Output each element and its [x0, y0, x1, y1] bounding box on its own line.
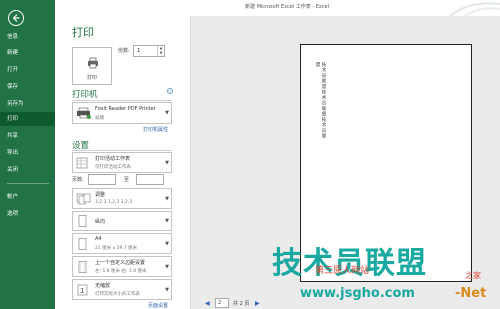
- copies-value: 1: [137, 48, 141, 54]
- info-icon[interactable]: i: [167, 88, 173, 94]
- printer-icon: [88, 57, 98, 69]
- collate-select[interactable]: 调整 1,2,3 1,2,3 1,2,3 ▼: [72, 188, 172, 209]
- collate-title: 调整: [95, 192, 106, 198]
- margins-select[interactable]: 上一个自定义边距设置 左: 1.8 厘米 右: 1.8 厘米 ▼: [72, 256, 172, 277]
- printer-name: Foxit Reader PDF Printer: [95, 106, 156, 112]
- chevron-down-icon: ▼: [165, 263, 169, 270]
- svg-text:1: 1: [80, 287, 84, 295]
- pages-to-input[interactable]: [136, 174, 164, 185]
- printer-device-icon: [77, 107, 91, 119]
- sidebar-item-account[interactable]: 帐户: [0, 190, 55, 204]
- collate-icon: [76, 193, 91, 204]
- sidebar-item-close[interactable]: 关闭: [0, 163, 55, 177]
- title-bar-decoration: [449, 2, 500, 16]
- worksheet-icon: [76, 157, 88, 168]
- prev-page-icon[interactable]: ◀: [205, 300, 210, 307]
- back-arrow-icon[interactable]: [8, 10, 24, 26]
- sidebar-item-save[interactable]: 保存: [0, 80, 55, 94]
- print-scope-subtitle: 仅打印活动工作表: [95, 165, 131, 170]
- chevron-down-icon: ▼: [165, 218, 169, 224]
- print-scope-select[interactable]: 打印活动工作表 仅打印活动工作表 ▼: [72, 152, 172, 173]
- paper-size-select[interactable]: A4 21 厘米 x 29.7 厘米 ▼: [72, 233, 172, 254]
- sidebar-item-share[interactable]: 共享: [0, 129, 55, 143]
- sidebar-item-options[interactable]: 选项: [0, 207, 55, 221]
- chevron-down-icon: ▼: [165, 286, 169, 293]
- preview-page-text: 技术员联盟技术员联盟技术员联盟: [315, 62, 326, 139]
- chevron-down-icon: ▼: [165, 159, 169, 166]
- paper-size-subtitle: 21 厘米 x 29.7 厘米: [95, 246, 138, 251]
- watermark-net: -Net: [455, 286, 487, 301]
- paper-icon: [78, 237, 87, 250]
- backstage-sidebar: 信息 新建 打开 保存 另存为 打印 共享 导出 关闭 帐户 选项: [0, 0, 55, 309]
- pages-from-input[interactable]: [88, 174, 116, 185]
- page-setup-link[interactable]: 页面设置: [148, 302, 168, 309]
- sidebar-item-open[interactable]: 打开: [0, 63, 55, 77]
- margins-subtitle: 左: 1.8 厘米 右: 1.8 厘米: [95, 269, 147, 274]
- printer-properties-link[interactable]: 打印机属性: [143, 126, 168, 133]
- margins-icon: [78, 260, 87, 273]
- paper-size-title: A4: [95, 236, 102, 242]
- copies-stepper[interactable]: 1 ▲ ▼: [133, 45, 165, 57]
- orientation-select[interactable]: 纵向 ▼: [72, 211, 172, 231]
- margins-title: 上一个自定义边距设置: [95, 260, 146, 266]
- watermark-subtext: 第三原人网站: [315, 266, 370, 276]
- watermark-home-text: 之家: [465, 271, 481, 280]
- chevron-down-icon: ▼: [165, 110, 169, 116]
- sidebar-item-print[interactable]: 打印: [0, 112, 55, 126]
- copies-label: 份数:: [118, 48, 130, 54]
- watermark-url: www.jsgho.com: [300, 286, 415, 301]
- copies-spin-icon[interactable]: ▲ ▼: [157, 46, 164, 56]
- pages-to-label: 至: [124, 177, 130, 183]
- orientation-title: 纵向: [95, 219, 106, 225]
- page-title: 打印: [72, 26, 94, 39]
- chevron-down-icon: ▼: [165, 195, 169, 202]
- scaling-subtitle: 打印实际大小的工作表: [95, 292, 140, 297]
- scaling-title: 无缩放: [95, 283, 111, 289]
- sidebar-item-info[interactable]: 信息: [0, 30, 55, 44]
- pages-label: 页数:: [72, 177, 84, 183]
- window-title: 新建 Microsoft Excel 工作表 - Excel: [245, 4, 329, 10]
- printer-status: 就绪: [95, 116, 104, 121]
- print-scope-title: 打印活动工作表: [95, 156, 131, 162]
- scaling-select[interactable]: 1 无缩放 打印实际大小的工作表 ▼: [72, 279, 172, 300]
- next-page-icon[interactable]: ▶: [255, 300, 260, 307]
- chevron-down-icon: ▼: [165, 240, 169, 247]
- title-bar: 新建 Microsoft Excel 工作表 - Excel: [55, 0, 500, 16]
- print-button[interactable]: 打印: [72, 47, 112, 85]
- current-page-input[interactable]: 2: [215, 298, 229, 308]
- printer-section-rule: [72, 100, 172, 101]
- settings-section-rule: [72, 150, 172, 151]
- portrait-icon: [78, 215, 87, 227]
- printer-select[interactable]: Foxit Reader PDF Printer 就绪 ▼: [72, 102, 172, 124]
- sidebar-item-export[interactable]: 导出: [0, 146, 55, 160]
- collate-subtitle: 1,2,3 1,2,3 1,2,3: [95, 200, 133, 205]
- sidebar-item-save-as[interactable]: 另存为: [0, 97, 55, 111]
- print-button-label: 打印: [86, 75, 97, 81]
- sidebar-divider: [7, 183, 49, 184]
- total-pages-label: 共 2 页: [233, 301, 250, 307]
- scaling-icon: 1: [77, 284, 88, 295]
- sidebar-item-new[interactable]: 新建: [0, 46, 55, 60]
- printer-section-title: 打印机: [72, 90, 98, 100]
